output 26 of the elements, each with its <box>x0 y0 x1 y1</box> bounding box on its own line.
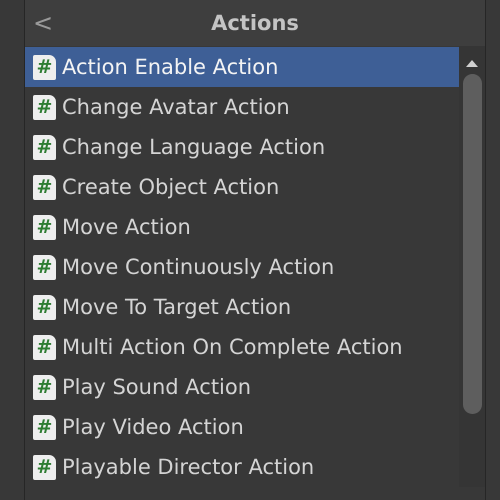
script-file-icon: # <box>33 414 56 440</box>
menu-item[interactable]: # Multi Action On Complete Action <box>25 327 459 367</box>
script-file-icon: # <box>33 294 56 320</box>
menu-item[interactable]: # Move To Target Action <box>25 287 459 327</box>
script-file-icon: # <box>33 134 56 160</box>
script-file-icon: # <box>33 94 56 120</box>
script-file-icon: # <box>33 334 56 360</box>
script-file-icon: # <box>33 454 56 480</box>
scroll-up-icon[interactable] <box>464 58 480 68</box>
menu-item[interactable]: # Move Continuously Action <box>25 247 459 287</box>
menu-item[interactable]: # Playable Director Action <box>25 447 459 487</box>
menu-item[interactable]: # Move Action <box>25 207 459 247</box>
menu-item[interactable]: # Action Enable Action <box>25 47 459 87</box>
script-file-icon: # <box>33 214 56 240</box>
script-file-icon: # <box>33 54 56 80</box>
menu-item[interactable]: # Create Object Action <box>25 167 459 207</box>
back-button[interactable]: < <box>25 9 54 37</box>
menu-item[interactable]: # Play Video Action <box>25 407 459 447</box>
script-file-icon: # <box>33 174 56 200</box>
menu-title: Actions <box>211 11 299 35</box>
script-file-icon: # <box>33 254 56 280</box>
scrollbar-thumb[interactable] <box>462 74 482 414</box>
menu-item[interactable]: # Change Avatar Action <box>25 87 459 127</box>
menu-item[interactable]: # Play Sound Action <box>25 367 459 407</box>
script-file-icon: # <box>33 374 56 400</box>
menu-item[interactable]: # Change Language Action <box>25 127 459 167</box>
